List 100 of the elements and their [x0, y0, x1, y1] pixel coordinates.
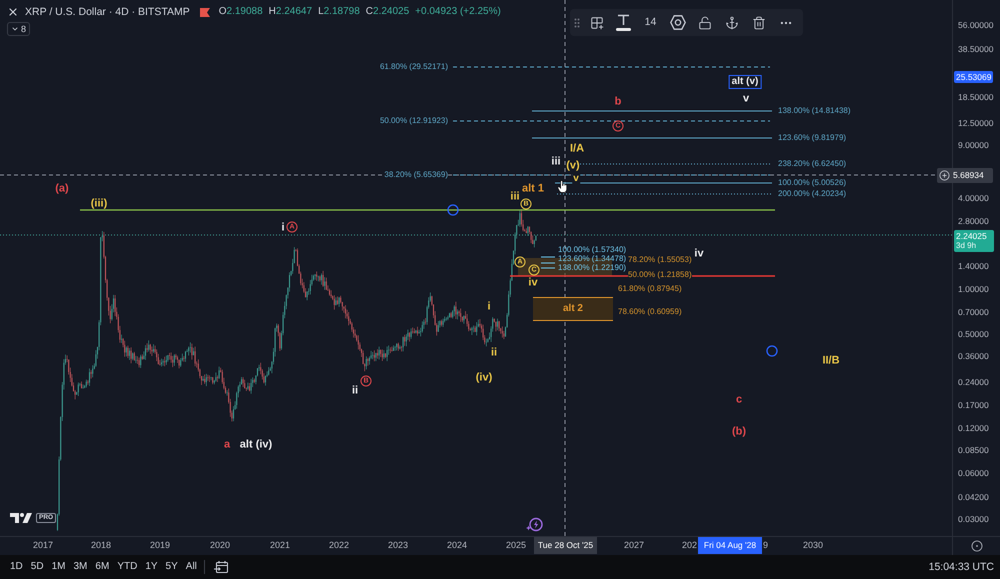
time-tick-label: 2018 — [90, 540, 112, 551]
price-tick-label: 0.50000 — [958, 329, 989, 339]
range-button[interactable]: 6M — [93, 558, 112, 576]
time-tick-label: 2022 — [328, 540, 350, 551]
wave-label: a — [224, 440, 230, 450]
flag-icon[interactable] — [200, 8, 210, 16]
handle-circle-icon[interactable] — [447, 204, 459, 216]
wave-label: iv — [694, 248, 704, 260]
price-tick-label: 2.80000 — [958, 216, 989, 226]
trash-icon — [752, 16, 766, 30]
price-tick-label: 0.70000 — [958, 307, 989, 317]
last-price-text: 2.24025 — [956, 232, 988, 240]
wave-label: alt 1 — [522, 184, 544, 194]
price-tick-label: 0.03000 — [958, 514, 989, 524]
wave-label: i — [487, 302, 491, 312]
unlock-icon — [698, 16, 712, 30]
price-tick-label: 0.12000 — [958, 423, 989, 433]
price-tick-label: 4.00000 — [958, 193, 989, 203]
range-button[interactable]: 5D — [28, 558, 46, 576]
wave-label: II/B — [822, 356, 840, 366]
handle-circle-icon[interactable] — [766, 345, 778, 357]
settings-icon — [670, 15, 686, 30]
ohlc-value: H2.24647 — [268, 7, 312, 17]
range-button[interactable]: 5Y — [164, 558, 180, 576]
time-tick-label: 2020 — [210, 540, 230, 551]
price-tick-label: 1.00000 — [958, 284, 989, 294]
wave-label: ii — [352, 386, 358, 396]
time-tick-label: 202 — [682, 540, 697, 551]
fib-level-label: 38.20% (5.65369) — [384, 170, 448, 180]
range-button[interactable]: 3M — [72, 558, 90, 576]
range-button[interactable]: 1Y — [143, 558, 160, 576]
price-tag: 25.53069 — [954, 71, 994, 83]
price-tick-label: 56.00000 — [958, 20, 994, 30]
wave-label: alt (iv) — [240, 440, 272, 450]
time-tick-label: 2021 — [270, 540, 290, 551]
ohlc-value: C2.24025 — [366, 7, 410, 17]
price-tick-label: 0.08500 — [958, 445, 989, 455]
calendar-icon — [214, 560, 228, 574]
ohlc-value: L2.18798 — [318, 7, 360, 17]
fib-level-label: 50.00% (1.21858) — [628, 270, 692, 280]
wave-label: I/A — [570, 144, 584, 154]
boxed-wave-label: alt (v) — [728, 75, 762, 89]
range-button[interactable]: 1M — [50, 558, 68, 576]
grid-plus-icon — [590, 16, 604, 30]
price-tick-label: 0.06000 — [958, 468, 989, 478]
wave-label: b — [614, 96, 622, 108]
price-tick-label: 0.24000 — [958, 377, 989, 387]
range-button[interactable]: All — [184, 558, 199, 576]
fib-level-label: 100.00% (5.00526) — [778, 178, 846, 188]
time-tick-label: 2019 — [150, 540, 170, 551]
fib-level-label: 50.00% (12.91923) — [380, 116, 448, 126]
ohlc-value: O2.19088 — [218, 7, 263, 17]
price-tick-label: 38.50000 — [958, 44, 994, 54]
wave-label: i — [281, 222, 285, 234]
text-color-icon — [616, 14, 631, 31]
font-size-button[interactable]: 14 — [637, 9, 664, 36]
range-button[interactable]: 1D — [8, 558, 25, 576]
wave-label: (iv) — [476, 372, 492, 384]
crosshair-time-tag: Tue 28 Oct '25 — [534, 537, 597, 554]
fib-level-label: 61.80% (29.52171) — [380, 62, 448, 72]
chevron-down-icon — [11, 25, 19, 33]
fib-level-label: 78.20% (1.55053) — [628, 255, 692, 265]
price-tick-label: 0.17000 — [958, 400, 989, 410]
hand-cursor-icon — [557, 180, 568, 193]
indicators-toggle-button[interactable]: 8 — [7, 22, 30, 36]
fib-level-label: 123.60% (1.34478) — [558, 254, 626, 264]
price-tick-label: 18.50000 — [958, 92, 994, 102]
range-button[interactable]: YTD — [115, 558, 140, 576]
circle-dot-icon[interactable] — [970, 540, 982, 552]
fib-level-label: 138.00% (14.81438) — [778, 106, 850, 116]
logo-icon — [10, 513, 34, 523]
date-tag: Fri 04 Aug '28 — [698, 537, 762, 554]
wave-label: iv — [528, 278, 538, 288]
anchor-icon — [724, 16, 738, 30]
wave-label: c — [736, 394, 742, 406]
price-tick-label: 9.00000 — [958, 140, 989, 150]
wave-label: v — [742, 94, 750, 104]
time-tick-label: 2025 — [506, 540, 526, 551]
wave-label: v — [572, 174, 580, 184]
fib-level-label: 61.80% (0.87945) — [618, 284, 682, 294]
wave-label: (b) — [732, 426, 746, 438]
time-tick-label: 9 — [763, 540, 768, 551]
time-tick-label: 2027 — [624, 540, 644, 551]
close-icon[interactable] — [7, 6, 19, 18]
lightning-icon[interactable] — [526, 517, 543, 532]
fib-level-label: 100.00% (1.57340) — [558, 245, 626, 255]
wave-label: (iii) — [90, 198, 108, 210]
price-tick-label: 0.04200 — [958, 492, 989, 502]
price-tick-label: 0.36000 — [958, 351, 989, 361]
time-tick-label: 2024 — [446, 540, 468, 551]
fib-level-label: 238.20% (6.62450) — [778, 159, 846, 169]
fib-level-label: 123.60% (9.81979) — [778, 133, 846, 143]
go-to-date-button[interactable] — [212, 558, 230, 576]
plus-circle-icon[interactable] — [939, 170, 950, 181]
clock-text: 15:04:33 UTC — [928, 562, 994, 572]
time-tick-label: 2023 — [388, 540, 408, 551]
fib-level-label: 200.00% (4.20234) — [778, 189, 846, 199]
fib-level-label: 78.60% (0.60959) — [618, 307, 682, 317]
wave-label: ii — [490, 348, 498, 358]
time-tick-label: 2030 — [802, 540, 824, 551]
